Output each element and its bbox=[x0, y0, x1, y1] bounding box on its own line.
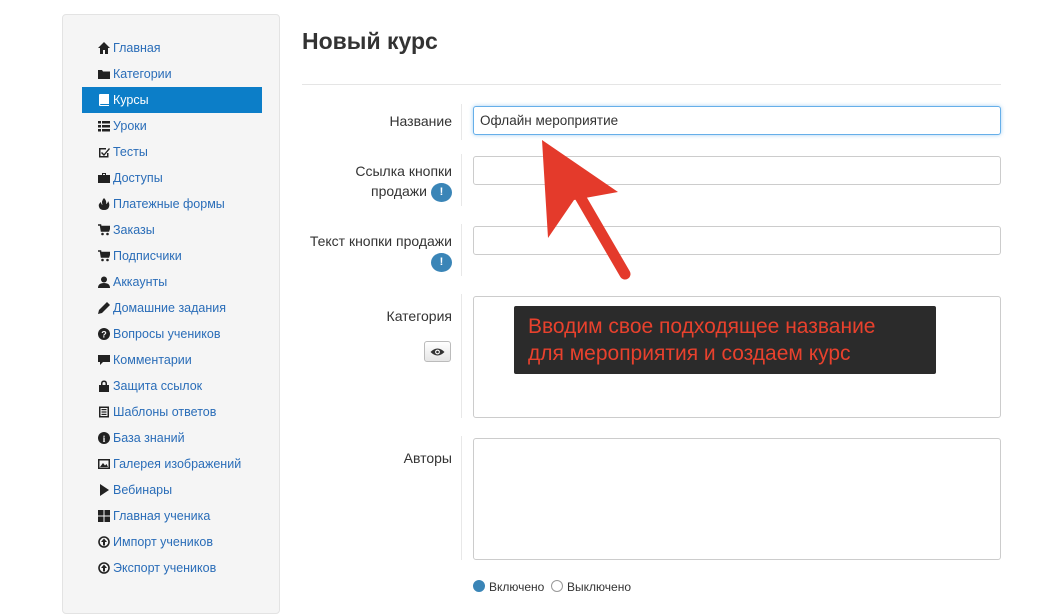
sidebar-item-label: Шаблоны ответов bbox=[113, 405, 217, 419]
play-icon bbox=[97, 484, 110, 496]
sidebar-item-label: Домашние задания bbox=[113, 301, 227, 315]
radio-on[interactable] bbox=[473, 580, 485, 592]
svg-text:?: ? bbox=[101, 330, 107, 340]
sale-link-hint-icon[interactable]: ! bbox=[431, 182, 452, 202]
sidebar-item-label: Вебинары bbox=[113, 483, 173, 497]
check-edit-icon bbox=[97, 146, 110, 158]
annotation-callout: Вводим свое подходящее название для меро… bbox=[514, 306, 936, 374]
sale-link-label: Ссылка кнопки продажи! bbox=[355, 161, 452, 202]
sidebar-item-label: Главная bbox=[113, 41, 161, 55]
folder-icon bbox=[97, 68, 110, 80]
sidebar-item[interactable]: Защита ссылок bbox=[82, 373, 262, 399]
circle-arrow-icon bbox=[97, 536, 110, 548]
sidebar-item-label: Комментарии bbox=[113, 353, 192, 367]
sidebar-item[interactable]: Аккаунты bbox=[82, 269, 262, 295]
comment-icon bbox=[97, 354, 110, 366]
circle-arrow-icon bbox=[97, 562, 110, 574]
sidebar-item[interactable]: Шаблоны ответов bbox=[82, 399, 262, 425]
name-label: Название bbox=[389, 113, 452, 129]
user-icon bbox=[97, 276, 110, 288]
row-divider bbox=[461, 104, 462, 140]
sidebar-item[interactable]: Комментарии bbox=[82, 347, 262, 373]
cart-icon bbox=[97, 250, 110, 262]
radio-off[interactable] bbox=[551, 580, 564, 592]
sidebar-item[interactable]: Тесты bbox=[82, 139, 262, 165]
sidebar-item-label: Вопросы учеников bbox=[113, 327, 221, 341]
sidebar-item-label: Категории bbox=[113, 67, 172, 81]
sidebar-item[interactable]: Заказы bbox=[82, 217, 262, 243]
pencil-icon bbox=[97, 302, 110, 314]
briefcase-icon bbox=[97, 172, 110, 184]
sidebar-item-label: Главная ученика bbox=[113, 509, 211, 523]
sidebar-item[interactable]: i База знаний bbox=[82, 425, 262, 451]
sidebar-item-label: Защита ссылок bbox=[113, 379, 203, 393]
sidebar-nav: Главная Категории Курсы Уроки Тесты Доступы Пл… bbox=[82, 35, 262, 581]
sidebar-item[interactable]: Домашние задания bbox=[82, 295, 262, 321]
sidebar-item-label: База знаний bbox=[113, 431, 185, 445]
sidebar: Главная Категории Курсы Уроки Тесты Доступы Пл… bbox=[62, 14, 280, 614]
sidebar-item-label: Доступы bbox=[113, 171, 163, 185]
annotation-arrow bbox=[542, 140, 631, 280]
sale-link-label-line1: Ссылка кнопки bbox=[355, 163, 452, 179]
sidebar-item[interactable]: Галерея изображений bbox=[82, 451, 262, 477]
sale-text-label-line1: Текст кнопки продажи bbox=[309, 233, 452, 249]
grid-icon bbox=[97, 510, 110, 522]
callout-line2: для мероприятия и создаем курс bbox=[528, 342, 851, 365]
sale-link-label-line2: продажи bbox=[371, 183, 427, 199]
fire-icon bbox=[97, 198, 110, 210]
sidebar-item[interactable]: Вебинары bbox=[82, 477, 262, 503]
sidebar-item[interactable]: Курсы bbox=[82, 87, 262, 113]
status-radios: Включено Выключено bbox=[473, 580, 631, 594]
row-divider bbox=[461, 154, 462, 206]
question-icon: ? bbox=[97, 328, 110, 340]
eye-icon bbox=[430, 348, 445, 355]
row-divider bbox=[461, 436, 462, 560]
sale-text-label: Текст кнопки продажи ! bbox=[310, 231, 452, 272]
sidebar-item[interactable]: Доступы bbox=[82, 165, 262, 191]
list-icon bbox=[97, 120, 110, 132]
sidebar-item-label: Уроки bbox=[113, 119, 147, 133]
callout-line1: Вводим свое подходящее название bbox=[528, 315, 876, 338]
sidebar-item[interactable]: Главная ученика bbox=[82, 503, 262, 529]
category-label: Категория bbox=[386, 308, 452, 324]
picture-icon bbox=[97, 458, 110, 470]
sidebar-item-label: Подписчики bbox=[113, 249, 182, 263]
sidebar-item-label: Тесты bbox=[113, 145, 148, 159]
sidebar-item-label: Аккаунты bbox=[113, 275, 168, 289]
book-icon bbox=[97, 94, 110, 106]
sale-text-hint-icon[interactable]: ! bbox=[431, 252, 452, 272]
sidebar-item[interactable]: Платежные формы bbox=[82, 191, 262, 217]
radio-off-label: Выключено bbox=[567, 580, 632, 594]
cart-icon bbox=[97, 224, 110, 236]
radio-on-label: Включено bbox=[489, 580, 545, 594]
sidebar-item[interactable]: Категории bbox=[82, 61, 262, 87]
title-divider bbox=[302, 84, 1001, 85]
sidebar-item[interactable]: Главная bbox=[82, 35, 262, 61]
sidebar-item[interactable]: Подписчики bbox=[82, 243, 262, 269]
sidebar-item-label: Импорт учеников bbox=[113, 535, 213, 549]
sidebar-item[interactable]: Импорт учеников bbox=[82, 529, 262, 555]
sidebar-item[interactable]: ? Вопросы учеников bbox=[82, 321, 262, 347]
sidebar-item-label: Заказы bbox=[113, 223, 155, 237]
sidebar-item[interactable]: Экспорт учеников bbox=[82, 555, 262, 581]
home-icon bbox=[97, 42, 110, 54]
authors-select-box[interactable] bbox=[473, 438, 1001, 560]
category-preview-button[interactable] bbox=[424, 341, 451, 362]
sidebar-item-label: Галерея изображений bbox=[113, 457, 242, 471]
info-icon: i bbox=[97, 432, 110, 444]
sidebar-item[interactable]: Уроки bbox=[82, 113, 262, 139]
row-divider bbox=[461, 294, 462, 418]
row-divider bbox=[461, 224, 462, 276]
lock-icon bbox=[97, 380, 110, 392]
template-icon bbox=[97, 406, 110, 418]
sidebar-item-label: Экспорт учеников bbox=[113, 561, 217, 575]
page-title: Новый курс bbox=[302, 28, 438, 54]
authors-label: Авторы bbox=[403, 450, 452, 466]
sidebar-item-label: Курсы bbox=[113, 93, 149, 107]
sidebar-item-label: Платежные формы bbox=[113, 197, 225, 211]
